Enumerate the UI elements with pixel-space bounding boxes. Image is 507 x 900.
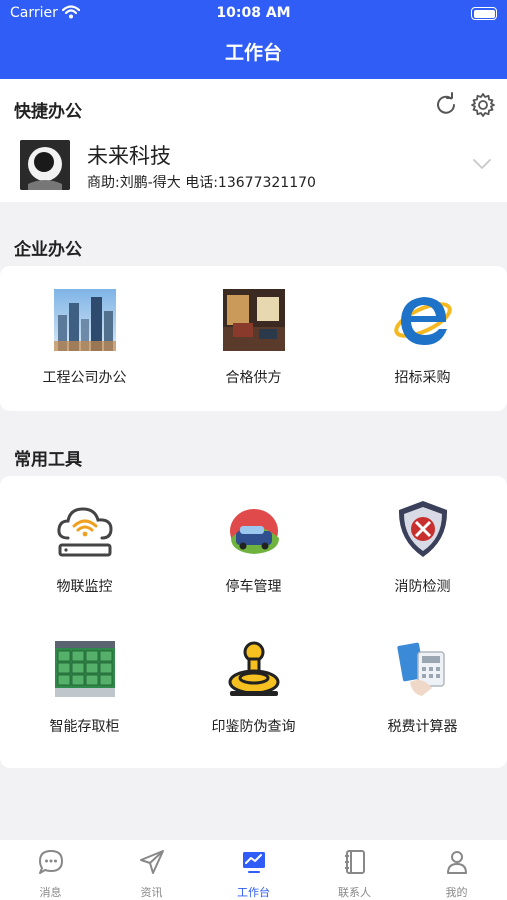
enterprise-item-supplier[interactable]: 合格供方 xyxy=(169,266,338,411)
tool-item-fire[interactable]: 消防检测 xyxy=(338,476,507,616)
enterprise-item-label: 工程公司办公 xyxy=(42,370,127,386)
tools-header: 常用工具 xyxy=(0,429,507,477)
fire-badge-icon xyxy=(398,501,448,557)
tool-item-label: 印鉴防伪查询 xyxy=(211,719,296,735)
tab-workbench[interactable]: 工作台 xyxy=(203,840,304,900)
enterprise-header: 企业办公 xyxy=(0,219,507,267)
tool-item-label: 物联监控 xyxy=(56,579,113,595)
page-title: 工作台 xyxy=(0,28,507,79)
tab-news[interactable]: 资讯 xyxy=(101,840,202,900)
tab-label: 资讯 xyxy=(140,886,163,899)
tab-label: 联系人 xyxy=(338,886,371,899)
tools-card: 物联监控 停车管理 消防检测 智能存取柜 印鉴防伪查询 税费计算器 xyxy=(0,476,507,768)
monitor-chart-icon xyxy=(243,852,265,873)
enterprise-item-engineering[interactable]: 工程公司办公 xyxy=(0,266,169,411)
company-logo xyxy=(20,140,70,190)
tab-label: 工作台 xyxy=(237,886,270,899)
battery-icon xyxy=(471,7,497,20)
tab-messages[interactable]: 消息 xyxy=(0,840,101,900)
company-contact: 商助:刘鹏-得大 电话:13677321170 xyxy=(87,175,316,191)
tool-item-label: 停车管理 xyxy=(225,579,282,595)
tool-item-label: 税费计算器 xyxy=(387,719,458,735)
parking-car-icon xyxy=(230,509,279,554)
clock: 10:08 AM xyxy=(216,5,291,21)
paper-plane-icon xyxy=(140,850,164,874)
locker-icon xyxy=(55,641,115,697)
chat-bubble-icon xyxy=(39,850,63,874)
tab-contacts[interactable]: 联系人 xyxy=(304,840,405,900)
tool-item-stamp[interactable]: 印鉴防伪查询 xyxy=(169,616,338,756)
refresh-icon[interactable] xyxy=(433,92,459,118)
status-bar: Carrier 10:08 AM xyxy=(0,0,507,28)
tab-mine[interactable]: 我的 xyxy=(406,840,507,900)
tool-item-tax[interactable]: 税费计算器 xyxy=(338,616,507,756)
supplier-room-icon xyxy=(223,289,285,351)
tab-label: 消息 xyxy=(39,886,62,899)
tool-item-iot[interactable]: 物联监控 xyxy=(0,476,169,616)
tools-title: 常用工具 xyxy=(14,450,82,470)
chevron-down-icon[interactable] xyxy=(472,157,492,171)
quick-office-section: 快捷办公 未来科技 商助:刘鹏-得大 电话:13677321170 xyxy=(0,79,507,202)
enterprise-title: 企业办公 xyxy=(14,240,82,260)
company-name[interactable]: 未来科技 xyxy=(87,140,171,170)
tab-bar: 消息 资讯 工作台 联系人 我的 xyxy=(0,840,507,900)
gear-icon[interactable] xyxy=(470,92,496,118)
enterprise-item-label: 合格供方 xyxy=(225,370,282,386)
tax-calculator-icon xyxy=(397,642,445,696)
tool-item-parking[interactable]: 停车管理 xyxy=(169,476,338,616)
building-icon xyxy=(54,289,116,351)
contact-book-icon xyxy=(345,850,365,874)
iot-cloud-icon xyxy=(57,507,113,557)
tab-label: 我的 xyxy=(445,886,468,899)
enterprise-item-label: 招标采购 xyxy=(394,370,451,386)
tool-item-locker[interactable]: 智能存取柜 xyxy=(0,616,169,756)
person-icon xyxy=(447,851,467,874)
tool-item-label: 智能存取柜 xyxy=(49,719,120,735)
internet-explorer-icon xyxy=(394,297,452,345)
tool-item-label: 消防检测 xyxy=(394,579,451,595)
enterprise-card: 工程公司办公 合格供方 招标采购 xyxy=(0,266,507,411)
enterprise-item-bidding[interactable]: 招标采购 xyxy=(338,266,507,411)
stamp-icon xyxy=(228,641,280,696)
quick-office-title: 快捷办公 xyxy=(14,102,82,122)
